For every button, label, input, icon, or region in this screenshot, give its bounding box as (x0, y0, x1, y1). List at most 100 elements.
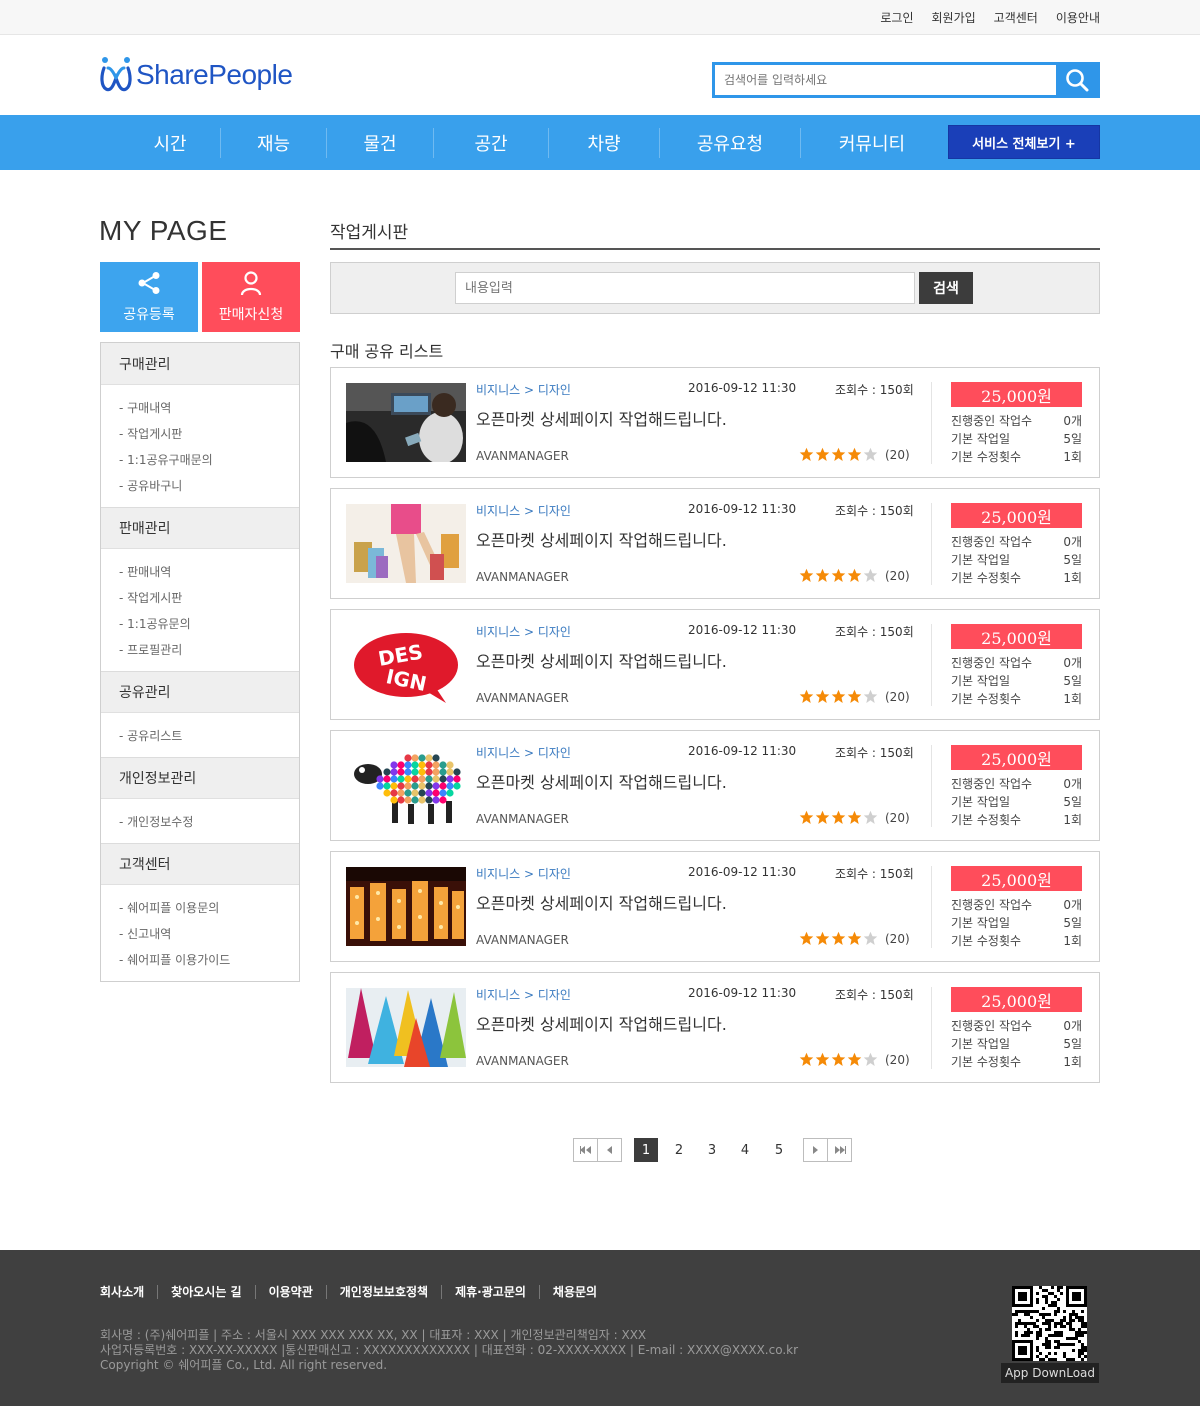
app-download-label[interactable]: App DownLoad (1001, 1363, 1099, 1383)
nav-item-goods[interactable]: 물건 (327, 115, 433, 170)
nav-item-space[interactable]: 공간 (434, 115, 548, 170)
item-title[interactable]: 오픈마켓 상세페이지 작업해드립니다. (476, 527, 727, 551)
guide-link[interactable]: 이용안내 (1056, 9, 1100, 26)
board-search-button[interactable]: 검색 (919, 272, 973, 304)
item-thumbnail[interactable] (346, 383, 466, 462)
footer-company-info: 회사명 : (주)쉐어피플 | 주소 : 서울시 XXX XXX XXX XX,… (100, 1328, 798, 1373)
star-filled-icon (831, 1052, 846, 1067)
item-divider (931, 987, 932, 1069)
search-input[interactable] (715, 65, 1061, 95)
info-label: 기본 수정횟수 (951, 1055, 1022, 1069)
info-row: 기본 작업일 5일 (951, 430, 1082, 448)
item-category[interactable]: 비지니스 > 디자인 (476, 986, 571, 1003)
footer-link[interactable]: 개인정보보호정책 (325, 1285, 441, 1299)
star-filled-icon (847, 568, 862, 583)
footer-link[interactable]: 회사소개 (100, 1285, 157, 1299)
nav-item-talent[interactable]: 재능 (221, 115, 326, 170)
item-thumbnail[interactable] (346, 867, 466, 946)
sidebar-item[interactable]: - 1:1공유문의 (119, 611, 299, 637)
nav-item-time[interactable]: 시간 (120, 115, 220, 170)
nav-item-community[interactable]: 커뮤니티 (801, 115, 943, 170)
sidebar-item[interactable]: - 신고내역 (119, 921, 299, 947)
page-number[interactable]: 2 (667, 1138, 691, 1162)
sidebar-item[interactable]: - 구매내역 (119, 395, 299, 421)
list-item[interactable]: 비지니스 > 디자인 2016-09-12 11:30 조회수 : 150회 오… (330, 972, 1100, 1083)
footer-link[interactable]: 이용약관 (254, 1285, 326, 1299)
item-title[interactable]: 오픈마켓 상세페이지 작업해드립니다. (476, 1011, 727, 1035)
page-number[interactable]: 1 (634, 1138, 658, 1162)
sidebar-item[interactable]: - 쉐어피플 이용가이드 (119, 947, 299, 973)
item-category[interactable]: 비지니스 > 디자인 (476, 865, 571, 882)
list-item[interactable]: 비지니스 > 디자인 2016-09-12 11:30 조회수 : 150회 오… (330, 851, 1100, 962)
share-icon (138, 272, 160, 294)
sidebar-menu: 구매관리 - 구매내역 - 작업게시판 - 1:1공유구매문의 - 공유바구니 판매관리 -… (100, 342, 300, 982)
search-button[interactable] (1056, 62, 1098, 98)
sidebar-item[interactable]: - 쉐어피플 이용문의 (119, 895, 299, 921)
item-category[interactable]: 비지니스 > 디자인 (476, 744, 571, 761)
info-label: 진행중인 작업수 (951, 777, 1033, 791)
page-number[interactable]: 3 (700, 1138, 724, 1162)
top-utility-bar: 로그인 회원가입 고객센터 이용안내 (0, 0, 1200, 35)
sidebar-item[interactable]: - 공유리스트 (119, 723, 299, 749)
pager-next-group (803, 1138, 852, 1162)
info-row: 기본 작업일 5일 (951, 1035, 1082, 1053)
sidebar-item[interactable]: - 공유바구니 (119, 473, 299, 499)
logo[interactable]: SharePeople (100, 56, 293, 94)
item-category[interactable]: 비지니스 > 디자인 (476, 502, 571, 519)
nav-item-vehicle[interactable]: 차량 (549, 115, 659, 170)
sidebar-item[interactable]: - 프로필관리 (119, 637, 299, 663)
prev-page-button[interactable] (597, 1139, 621, 1161)
list-item[interactable]: 비지니스 > 디자인 2016-09-12 11:30 조회수 : 150회 오… (330, 730, 1100, 841)
list-title: 구매 공유 리스트 (330, 342, 444, 361)
sidebar-item[interactable]: - 개인정보수정 (119, 809, 299, 835)
item-views: 조회수 : 150회 (835, 383, 914, 397)
seller-apply-button[interactable]: 판매자신청 (202, 262, 300, 332)
sidebar-group: 판매관리 - 판매내역 - 작업게시판 - 1:1공유문의 - 프로필관리 (101, 507, 299, 671)
item-thumbnail[interactable] (346, 504, 466, 583)
board-search-input[interactable] (455, 272, 915, 304)
item-thumbnail[interactable] (346, 988, 466, 1067)
item-title[interactable]: 오픈마켓 상세페이지 작업해드립니다. (476, 406, 727, 430)
footer-link[interactable]: 채용문의 (538, 1285, 610, 1299)
list-item[interactable]: 비지니스 > 디자인 2016-09-12 11:30 조회수 : 150회 오… (330, 367, 1100, 478)
item-thumbnail[interactable]: DES IGN (346, 625, 466, 704)
footer-link[interactable]: 찾아오시는 길 (157, 1285, 254, 1299)
item-title[interactable]: 오픈마켓 상세페이지 작업해드립니다. (476, 648, 727, 672)
share-register-button[interactable]: 공유등록 (100, 262, 198, 332)
page-number[interactable]: 5 (767, 1138, 791, 1162)
sidebar-item[interactable]: - 작업게시판 (119, 421, 299, 447)
list-item[interactable]: DES IGN 비지니스 > 디자인 2016-09-12 11:30 조회수 :… (330, 609, 1100, 720)
item-category[interactable]: 비지니스 > 디자인 (476, 381, 571, 398)
item-title[interactable]: 오픈마켓 상세페이지 작업해드립니다. (476, 890, 727, 914)
share-register-label: 공유등록 (123, 307, 175, 323)
info-row: 진행중인 작업수 0개 (951, 654, 1082, 672)
star-filled-icon (799, 1052, 814, 1067)
customer-center-link[interactable]: 고객센터 (994, 9, 1038, 26)
info-row: 진행중인 작업수 0개 (951, 1017, 1082, 1035)
sidebar-item[interactable]: - 판매내역 (119, 559, 299, 585)
first-page-button[interactable] (574, 1139, 597, 1161)
signup-link[interactable]: 회원가입 (931, 9, 975, 26)
item-thumbnail[interactable] (346, 746, 466, 825)
info-label: 진행중인 작업수 (951, 535, 1033, 549)
nav-item-share-request[interactable]: 공유요청 (660, 115, 800, 170)
page-number[interactable]: 4 (733, 1138, 757, 1162)
next-page-button[interactable] (804, 1139, 827, 1161)
login-link[interactable]: 로그인 (880, 9, 913, 26)
item-views: 조회수 : 150회 (835, 746, 914, 760)
copyright: Copyright © 쉐어피플 Co., Ltd. All right res… (100, 1358, 388, 1372)
pagination: 12345 (0, 1138, 1200, 1162)
sidebar-item[interactable]: - 작업게시판 (119, 585, 299, 611)
item-category[interactable]: 비지니스 > 디자인 (476, 623, 571, 640)
star-filled-icon (831, 689, 846, 704)
sidebar-group-title: 고객센터 (101, 843, 299, 885)
review-count: (20) (885, 568, 910, 583)
last-page-button[interactable] (827, 1139, 851, 1161)
star-filled-icon (799, 810, 814, 825)
item-title[interactable]: 오픈마켓 상세페이지 작업해드립니다. (476, 769, 727, 793)
footer-link[interactable]: 제휴·광고문의 (441, 1285, 539, 1299)
sidebar-item[interactable]: - 1:1공유구매문의 (119, 447, 299, 473)
right-arrow-icon (812, 1146, 818, 1154)
list-item[interactable]: 비지니스 > 디자인 2016-09-12 11:30 조회수 : 150회 오… (330, 488, 1100, 599)
all-services-button[interactable]: 서비스 전체보기 + (948, 125, 1100, 159)
